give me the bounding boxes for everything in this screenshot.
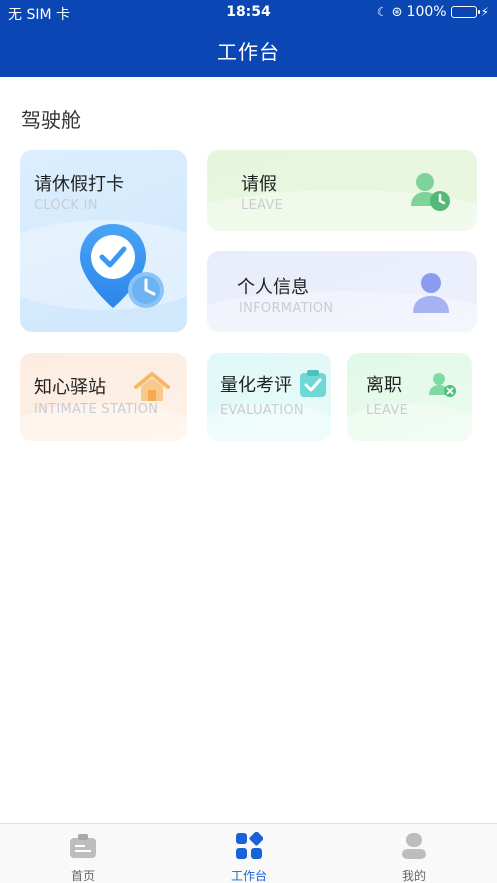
station-subtitle: INTIMATE STATION: [34, 402, 159, 417]
orientation-lock-icon: ⊛: [391, 4, 403, 20]
information-subtitle: INFORMATION: [239, 301, 334, 316]
tab-workbench[interactable]: 工作台: [166, 824, 332, 883]
user-icon: [413, 273, 449, 313]
tab-workbench-label: 工作台: [230, 869, 267, 883]
evaluation-title: 量化考评: [220, 375, 292, 396]
workbench-grid-icon: [236, 832, 263, 859]
information-card[interactable]: 个人信息 INFORMATION: [207, 251, 477, 332]
profile-icon: [402, 833, 426, 859]
user-remove-icon: [429, 373, 456, 397]
leave-subtitle: LEAVE: [241, 198, 284, 213]
leave-title: 请假: [241, 174, 277, 195]
evaluation-subtitle: EVALUATION: [220, 403, 304, 418]
resign-subtitle: LEAVE: [366, 403, 409, 418]
status-right: ☾ ⊛ 100% ⚡: [377, 4, 489, 20]
intimate-station-card[interactable]: 知心驿站 INTIMATE STATION: [20, 353, 187, 441]
clock-in-subtitle: CLOCK IN: [34, 198, 98, 213]
leave-card[interactable]: 请假 LEAVE: [207, 150, 477, 231]
moon-icon: ☾: [376, 5, 388, 19]
evaluation-card[interactable]: 量化考评 EVALUATION: [207, 353, 331, 441]
top-bar: 无 SIM 卡 18:54 ☾ ⊛ 100% ⚡ 工作台: [0, 0, 497, 77]
tab-home-label: 首页: [70, 869, 95, 883]
user-clock-icon: [411, 173, 450, 211]
clock-in-card[interactable]: 请休假打卡 CLOCK IN: [20, 150, 187, 332]
clock-in-title: 请休假打卡: [34, 174, 124, 195]
charging-icon: ⚡: [480, 5, 489, 19]
tab-home[interactable]: 首页: [0, 824, 166, 883]
clipboard-check-icon: [300, 370, 326, 397]
section-title: 驾驶舱: [21, 108, 81, 132]
tab-mine[interactable]: 我的: [331, 824, 497, 883]
battery-percent: 100%: [406, 4, 447, 20]
station-title: 知心驿站: [34, 377, 106, 398]
information-title: 个人信息: [237, 277, 309, 298]
tab-mine-label: 我的: [401, 869, 426, 883]
status-bar: 无 SIM 卡 18:54 ☾ ⊛ 100% ⚡: [0, 0, 497, 26]
home-briefcase-icon: [70, 834, 96, 858]
tab-bar: 首页 工作台 我的: [0, 823, 497, 883]
page-title: 工作台: [217, 40, 280, 64]
location-check-icon: [80, 224, 164, 308]
resign-title: 离职: [366, 375, 402, 396]
battery-icon: [450, 6, 480, 18]
house-icon: [134, 372, 170, 401]
resign-card[interactable]: 离职 LEAVE: [347, 353, 472, 441]
